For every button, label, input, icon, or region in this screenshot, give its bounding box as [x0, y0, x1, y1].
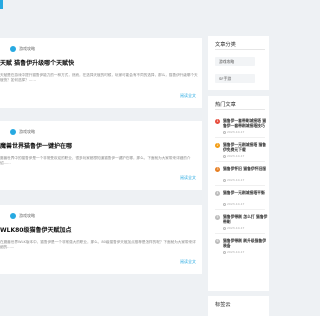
date-text: 2023-10-17 [227, 178, 245, 182]
divider [215, 109, 265, 110]
rank-badge: 4 [215, 191, 220, 196]
rank-badge: 5 [215, 215, 220, 220]
rank-badge: 1 [215, 119, 220, 124]
hot-article-date: 2023-10-17 [223, 130, 244, 134]
divider [215, 161, 265, 162]
category-link[interactable]: SF手游 [215, 74, 255, 83]
hot-article-date: 2023-10-17 [223, 250, 244, 254]
read-more-link[interactable]: 阅读全文 [180, 259, 196, 265]
article-category[interactable]: 游戏攻略 [10, 211, 35, 221]
article-category[interactable]: 游戏攻略 [10, 127, 35, 137]
hot-article-title[interactable]: 猫鲁伊一元刷城接塔平衡 [223, 190, 269, 195]
hot-article-date: 2023-10-17 [223, 178, 244, 182]
widget-title: 热门文章 [215, 102, 236, 108]
divider [215, 233, 265, 234]
article-excerpt: 天赋是在游戏中提升猫鲁伊能力的一种方式，然而，在选择天赋的时候，玩家可能会有不同… [0, 73, 198, 82]
date-text: 2023-10-17 [227, 154, 245, 158]
article-title[interactable]: 魔兽世界猫鲁伊一键护在哪 [0, 141, 200, 150]
brand-accent [0, 0, 3, 9]
category-label: 游戏攻略 [19, 213, 35, 218]
category-link[interactable]: 游戏攻略 [215, 57, 255, 66]
category-label: 游戏攻略 [19, 46, 35, 51]
read-more-link[interactable]: 阅读全文 [180, 93, 196, 99]
category-icon [10, 46, 16, 52]
article-card[interactable]: 游戏攻略 天赋 猫鲁伊升级哪个天赋快 天赋是在游戏中提升猫鲁伊能力的一种方式，然… [0, 38, 202, 108]
article-excerpt: 在魔兽世界WLK版本中，猫鲁伊是一个非常强大的职业，那么，80级猫鲁伊天赋加点推… [0, 240, 196, 249]
tag-cloud-widget: 标签云 [208, 296, 269, 316]
clock-icon [223, 250, 226, 254]
hot-article-title[interactable]: 猫鲁伊带刷 怎么打 猫鲁伊带刷 [223, 214, 269, 224]
divider [215, 49, 265, 50]
hot-article-date: 2023-10-17 [223, 154, 244, 158]
hot-articles-widget: 热门文章 1 猫鲁伊一套带刷城接塔 猫鲁伊一套带刷城接塔技巧 2023-10-1… [208, 96, 269, 291]
hot-article-date: 2023-10-17 [223, 202, 244, 206]
article-title[interactable]: 天赋 猫鲁伊升级哪个天赋快 [0, 58, 200, 67]
widget-title: 标签云 [215, 302, 231, 308]
article-category[interactable]: 游戏攻略 [10, 44, 35, 54]
hot-article-title[interactable]: 猫鲁伊一元刷城接塔 猫鲁伊免费元下载 [223, 142, 269, 152]
hot-article-title[interactable]: 猫鲁伊怀旧 猫鲁伊怀旧服 [223, 166, 269, 171]
rank-badge: 2 [215, 143, 220, 148]
date-text: 2023-10-17 [227, 202, 245, 206]
article-title[interactable]: WLK80级猫鲁伊天赋加点 [0, 225, 200, 234]
category-icon [10, 213, 16, 219]
hot-article-date: 2023-10-17 [223, 226, 244, 230]
rank-badge: 3 [215, 167, 220, 172]
rank-badge: 6 [215, 239, 220, 244]
read-more-link[interactable]: 阅读全文 [180, 175, 196, 181]
article-card[interactable]: 游戏攻略 WLK80级猫鲁伊天赋加点 在魔兽世界WLK版本中，猫鲁伊是一个非常强… [0, 205, 202, 274]
clock-icon [223, 226, 226, 230]
clock-icon [223, 154, 226, 158]
clock-icon [223, 202, 226, 206]
date-text: 2023-10-17 [227, 130, 245, 134]
hot-article-title[interactable]: 猫鲁伊一套带刷城接塔 猫鲁伊一套带刷城接塔技巧 [223, 118, 269, 128]
article-card[interactable]: 游戏攻略 魔兽世界猫鲁伊一键护在哪 魔兽世界中的猫鲁伊是一个非常受欢迎的职业，很… [0, 121, 202, 190]
divider [215, 185, 265, 186]
widget-title: 文章分类 [215, 42, 236, 48]
date-text: 2023-10-17 [227, 250, 245, 254]
category-icon [10, 129, 16, 135]
divider [215, 137, 265, 138]
date-text: 2023-10-17 [227, 226, 245, 230]
article-excerpt: 魔兽世界中的猫鲁伊是一个非常受欢迎的职业，很多玩家都想知道猫鲁伊一键护在哪，那么… [0, 156, 191, 165]
divider [215, 209, 265, 210]
category-label: 游戏攻略 [19, 129, 35, 134]
clock-icon [223, 130, 226, 134]
clock-icon [223, 178, 226, 182]
hot-article-title[interactable]: 猫鲁伊带刷 刷升级猫鲁伊装备 [223, 238, 269, 248]
category-widget: 文章分类 游戏攻略 SF手游 [208, 36, 269, 90]
